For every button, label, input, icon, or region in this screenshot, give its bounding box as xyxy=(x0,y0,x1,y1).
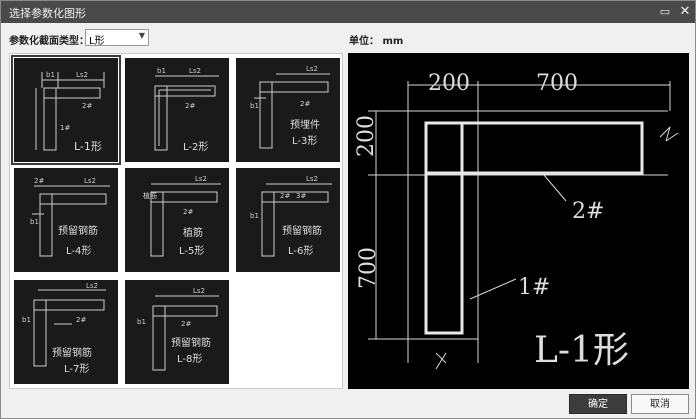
thumb4-label-ls2: Ls2 xyxy=(84,177,96,185)
shape-tile-l7[interactable]: Ls2 b1 2# 预留钢筋 L-7形 xyxy=(14,280,118,384)
preview-drawing xyxy=(368,81,679,370)
shape-tile-l3[interactable]: Ls2 2# b1 预埋件 L-3形 xyxy=(236,58,340,162)
thumb-drawing-l5: 植筋 Ls2 2# xyxy=(143,175,221,257)
title-bar: 选择参数化图形 ▭ ✕ xyxy=(1,1,695,23)
thumb-drawing-l2: b1 Ls2 2# xyxy=(154,67,219,151)
thumb6-label-bar2: 2# xyxy=(280,192,290,200)
thumb5-label-anchor: 植筋 xyxy=(143,191,157,200)
section-type-label: 参数化截面类型： xyxy=(9,36,89,47)
thumb-label-bar1: 1# xyxy=(60,124,70,132)
shape-label-l4-top: 预留钢筋 xyxy=(58,226,98,237)
shape-label-l1: L-1形 xyxy=(74,140,102,153)
shape-tile-l1[interactable]: b1 Ls2 2# 1# L-1形 xyxy=(11,55,121,165)
thumb7-label-bar2: 2# xyxy=(76,316,86,324)
window-title: 选择参数化图形 xyxy=(9,7,86,20)
dim-top-right: 700 xyxy=(536,71,578,96)
shape-label-l5: L-5形 xyxy=(179,246,205,257)
thumb-drawing-l8: Ls2 b1 2# xyxy=(137,287,219,371)
thumb-label-b1: b1 xyxy=(46,71,55,79)
preview-bar-2: 2# xyxy=(572,199,605,224)
thumb3-label-ls2: Ls2 xyxy=(306,65,318,73)
preview-panel: 200 700 200 700 2# 1# L-1形 xyxy=(348,53,689,389)
shape-label-l7: L-7形 xyxy=(64,364,90,375)
shape-tile-l5[interactable]: 植筋 Ls2 2# 植筋 L-5形 xyxy=(125,168,229,272)
dim-side-top: 200 xyxy=(354,115,379,157)
shape-label-l7-top: 预留钢筋 xyxy=(52,348,92,359)
thumb6-label-b1: b1 xyxy=(250,212,259,220)
thumb-drawing-l3: Ls2 2# b1 xyxy=(250,65,330,149)
thumb2-label-bar2: 2# xyxy=(185,102,195,110)
thumb8-label-bar2: 2# xyxy=(181,320,191,328)
shape-label-l6: L-6形 xyxy=(288,246,314,257)
thumb4-label-b1: b1 xyxy=(30,218,39,226)
close-icon[interactable]: ✕ xyxy=(677,4,693,20)
preview-shape-label: L-1形 xyxy=(534,330,629,371)
shape-tile-l4[interactable]: 2# Ls2 b1 预留钢筋 L-4形 xyxy=(14,168,118,272)
thumb6-label-bar3: 3# xyxy=(296,192,306,200)
chevron-down-icon: ▼ xyxy=(138,31,145,40)
shape-tile-l2[interactable]: b1 Ls2 2# L-2形 xyxy=(125,58,229,162)
thumb8-label-b1: b1 xyxy=(137,318,146,326)
shape-label-l3: L-3形 xyxy=(292,136,318,147)
shape-grid: b1 Ls2 2# 1# L-1形 b1 Ls2 2# L-2形 Ls2 2# … xyxy=(9,53,343,389)
thumb-drawing-l1: b1 Ls2 2# 1# xyxy=(35,71,105,151)
thumb7-label-b1: b1 xyxy=(22,316,31,324)
thumb3-label-bar2: 2# xyxy=(300,100,310,108)
shape-tile-l6[interactable]: 2# 3# Ls2 b1 预留钢筋 L-6形 xyxy=(236,168,340,272)
maximize-icon[interactable]: ▭ xyxy=(657,4,673,20)
shape-label-l4: L-4形 xyxy=(66,246,92,257)
shape-label-l3-top: 预埋件 xyxy=(290,120,320,131)
thumb5-label-bar2: 2# xyxy=(183,208,193,216)
dialog-window: 选择参数化图形 ▭ ✕ 参数化截面类型： L形 ▼ 单位： mm b1 Ls2 xyxy=(0,0,696,419)
thumb8-label-ls2: Ls2 xyxy=(193,287,205,295)
dim-side-bottom: 700 xyxy=(356,247,381,289)
section-type-value: L形 xyxy=(89,36,105,47)
thumb4-label-bar2: 2# xyxy=(34,177,44,185)
thumb6-label-ls2: Ls2 xyxy=(306,175,318,183)
thumb2-label-b1: b1 xyxy=(157,67,166,75)
shape-label-l5-top: 植筋 xyxy=(183,228,203,239)
shape-label-l6-top: 预留钢筋 xyxy=(282,226,322,237)
shape-label-l8-top: 预留钢筋 xyxy=(171,338,211,349)
cancel-button[interactable]: 取消 xyxy=(631,394,689,414)
thumb3-label-b1: b1 xyxy=(250,102,259,110)
thumb2-label-ls2: Ls2 xyxy=(189,67,201,75)
ok-button[interactable]: 确定 xyxy=(569,394,627,414)
thumb-label-bar2: 2# xyxy=(82,102,92,110)
shape-label-l8: L-8形 xyxy=(177,354,203,365)
thumb7-label-ls2: Ls2 xyxy=(86,282,98,290)
thumb5-label-ls2: Ls2 xyxy=(195,175,207,183)
thumb-label-ls2: Ls2 xyxy=(76,71,88,79)
shape-tile-l8[interactable]: Ls2 b1 2# 预留钢筋 L-8形 xyxy=(125,280,229,384)
dim-top-left: 200 xyxy=(428,71,470,96)
unit-label: 单位： mm xyxy=(349,36,404,47)
preview-bar-1: 1# xyxy=(518,275,551,300)
section-type-select[interactable]: L形 ▼ xyxy=(85,29,149,47)
shape-label-l2: L-2形 xyxy=(183,142,209,153)
